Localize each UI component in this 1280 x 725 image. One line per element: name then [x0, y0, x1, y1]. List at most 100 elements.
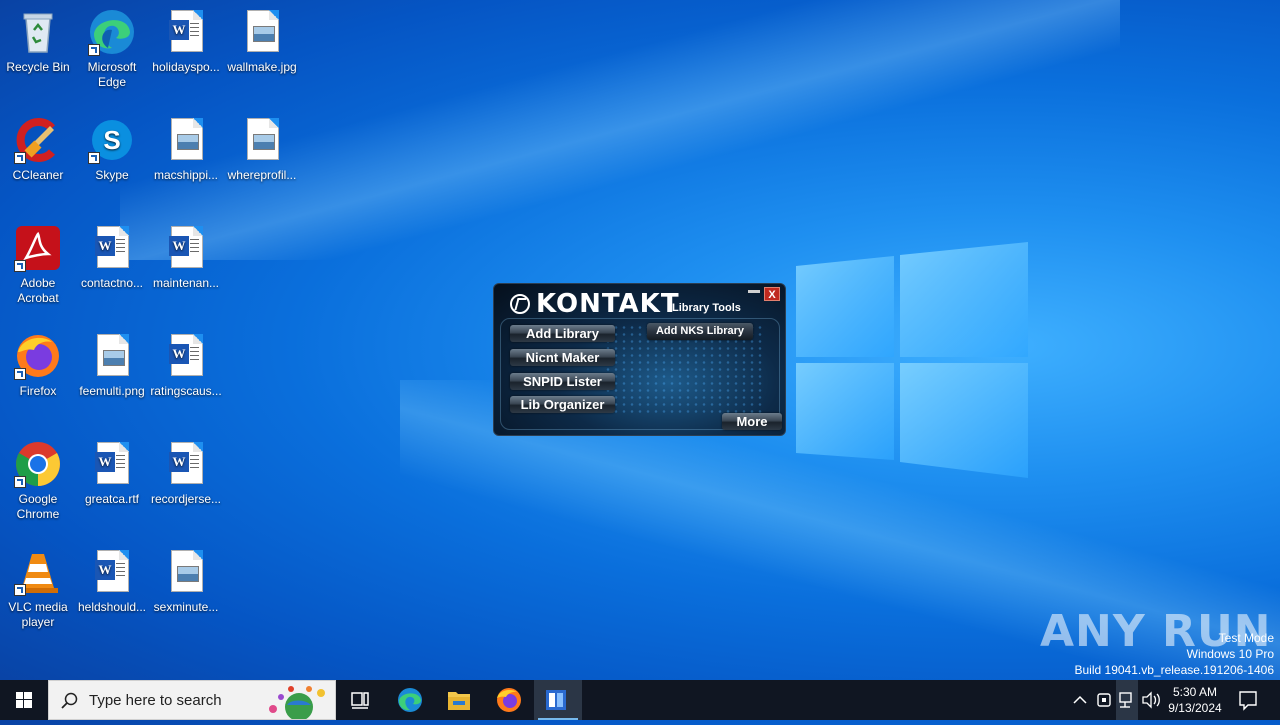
desktop-icon-heldshould[interactable]: W heldshould... — [74, 548, 150, 615]
clock-date: 9/13/2024 — [1168, 701, 1222, 715]
notification-center-icon[interactable] — [1236, 680, 1260, 720]
network-icon[interactable] — [1116, 680, 1138, 720]
desktop-icon-skype[interactable]: S Skype — [74, 116, 150, 183]
desktop-icon-label: ratingscaus... — [150, 384, 222, 398]
desktop-icon-microsoft-edge[interactable]: Microsoft Edge — [74, 8, 150, 90]
image-file-icon — [162, 548, 210, 596]
desktop-icon-label: Recycle Bin — [6, 60, 70, 74]
add-library-button[interactable]: Add Library — [510, 325, 615, 342]
adobe-acrobat-icon — [14, 224, 62, 272]
desktop-icon-label: wallmake.jpg — [227, 60, 297, 74]
skype-icon: S — [88, 116, 136, 164]
lib-organizer-button[interactable]: Lib Organizer — [510, 396, 615, 413]
nicnt-maker-button[interactable]: Nicnt Maker — [510, 349, 615, 366]
task-view-icon — [351, 692, 369, 709]
desktop-icon-label: Google Chrome — [16, 492, 60, 521]
search-highlight-illustration-icon — [269, 686, 325, 719]
desktop-icon-firefox[interactable]: Firefox — [0, 332, 76, 399]
add-nks-library-button[interactable]: Add NKS Library — [647, 323, 753, 340]
desktop-icon-wallmake[interactable]: wallmake.jpg — [224, 8, 300, 75]
desktop-icon-vlc-media-player[interactable]: VLC media player — [0, 548, 76, 630]
taskbar: Type here to search 5:30 AM 9/13/2024 — [0, 680, 1280, 720]
shortcut-arrow-icon — [14, 584, 26, 596]
recycle-bin-icon — [14, 8, 62, 56]
taskbar-search-box[interactable]: Type here to search — [48, 680, 336, 720]
edge-icon — [398, 688, 422, 712]
volume-icon[interactable] — [1140, 680, 1162, 720]
word-document-icon: W — [88, 548, 136, 596]
desktop-icon-label: sexminute... — [153, 600, 219, 614]
image-file-icon — [238, 116, 286, 164]
desktop-icon-label: Firefox — [19, 384, 57, 398]
device-usb-icon[interactable] — [1094, 680, 1114, 720]
desktop-icon-adobe-acrobat[interactable]: Adobe Acrobat — [0, 224, 76, 306]
desktop-icon-label: feemulti.png — [79, 384, 145, 398]
windows-logo-wallpaper — [796, 242, 1028, 478]
desktop-icon-label: Microsoft Edge — [87, 60, 137, 89]
kontakt-logo: KONTAKT — [510, 289, 680, 319]
desktop-icon-feemulti[interactable]: feemulti.png — [74, 332, 150, 399]
snpid-lister-button[interactable]: SNPID Lister — [510, 373, 615, 390]
windows-start-icon — [16, 692, 32, 708]
taskbar-file-explorer-button[interactable] — [435, 680, 483, 720]
desktop-icon-google-chrome[interactable]: Google Chrome — [0, 440, 76, 522]
desktop-icon-label: recordjerse... — [150, 492, 222, 506]
desktop-icon-maintenan[interactable]: W maintenan... — [148, 224, 224, 291]
desktop-icon-macshippi[interactable]: macshippi... — [148, 116, 224, 183]
ccleaner-icon — [14, 116, 62, 164]
clock-time: 5:30 AM — [1172, 685, 1218, 699]
desktop-icon-ccleaner[interactable]: CCleaner — [0, 116, 76, 183]
build-text: Build 19041.vb_release.191206-1406 — [1074, 663, 1275, 677]
desktop-icon-label: Adobe Acrobat — [17, 276, 59, 305]
taskbar-kontakt-app-button[interactable] — [534, 680, 582, 720]
chrome-icon — [14, 440, 62, 488]
svg-text:S: S — [103, 125, 120, 155]
kontakt-app-icon — [546, 690, 566, 710]
start-button[interactable] — [0, 680, 48, 720]
shortcut-arrow-icon — [88, 152, 100, 164]
kontakt-circle-icon — [510, 294, 530, 314]
more-button[interactable]: More — [722, 413, 782, 430]
word-document-icon: W — [162, 440, 210, 488]
desktop-icon-whereprofil[interactable]: whereprofil... — [224, 116, 300, 183]
desktop-icon-label: greatca.rtf — [84, 492, 140, 506]
shortcut-arrow-icon — [14, 260, 26, 272]
image-file-icon — [88, 332, 136, 380]
edge-icon — [88, 8, 136, 56]
word-document-icon: W — [162, 224, 210, 272]
window-subtitle: Library Tools — [672, 302, 741, 314]
desktop-icon-contactno[interactable]: W contactno... — [74, 224, 150, 291]
shortcut-arrow-icon — [14, 152, 26, 164]
word-document-icon: W — [162, 332, 210, 380]
shortcut-arrow-icon — [88, 44, 100, 56]
desktop-icon-label: macshippi... — [153, 168, 219, 182]
desktop-icon-greatca[interactable]: W greatca.rtf — [74, 440, 150, 507]
desktop-icon-label: holidayspo... — [152, 60, 220, 74]
vlc-cone-icon — [14, 548, 62, 596]
windows-edition-text: Windows 10 Pro — [1186, 647, 1274, 661]
task-view-button[interactable] — [336, 680, 384, 720]
taskbar-clock[interactable]: 5:30 AM 9/13/2024 — [1160, 684, 1230, 716]
desktop-icon-sexminute[interactable]: sexminute... — [148, 548, 224, 615]
image-file-icon — [238, 8, 286, 56]
test-mode-watermark: Test Mode Windows 10 Pro Build 19041.vb_… — [1075, 630, 1275, 678]
desktop-icon-recordjerse[interactable]: W recordjerse... — [148, 440, 224, 507]
taskbar-edge-button[interactable] — [386, 680, 434, 720]
chevron-up-icon[interactable] — [1070, 680, 1090, 720]
desktop-icon-recycle-bin[interactable]: Recycle Bin — [0, 8, 76, 75]
search-placeholder: Type here to search — [89, 692, 222, 709]
desktop-icon-label: maintenan... — [152, 276, 220, 290]
kontakt-logo-text: KONTAKT — [536, 289, 680, 319]
desktop-icon-holidayspo[interactable]: W holidayspo... — [148, 8, 224, 75]
minimize-button[interactable] — [748, 290, 760, 293]
firefox-icon — [14, 332, 62, 380]
word-document-icon: W — [88, 440, 136, 488]
desktop-icon-ratingscaus[interactable]: W ratingscaus... — [148, 332, 224, 399]
shortcut-arrow-icon — [14, 368, 26, 380]
desktop-icon-label: whereprofil... — [227, 168, 297, 182]
taskbar-firefox-button[interactable] — [485, 680, 533, 720]
close-button[interactable]: X — [764, 287, 780, 301]
desktop-icon-label: CCleaner — [12, 168, 64, 182]
file-explorer-icon — [448, 692, 470, 710]
desktop-icon-label: Skype — [95, 168, 129, 182]
